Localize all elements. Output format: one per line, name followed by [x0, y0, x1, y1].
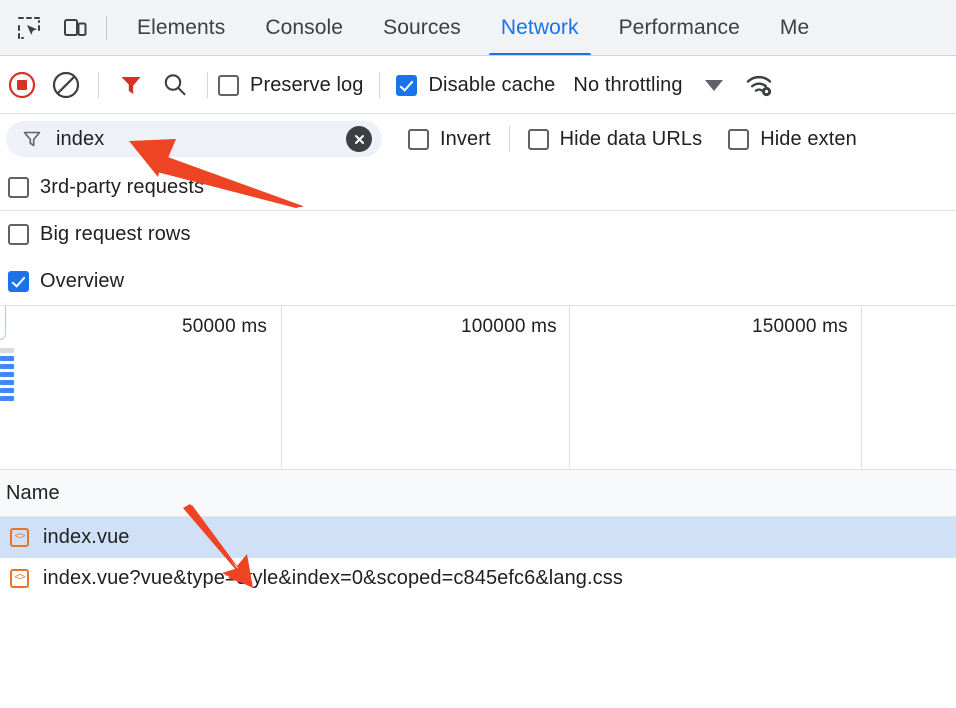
filter-funnel-icon [22, 129, 42, 149]
invert-label: Invert [440, 128, 491, 151]
toolbar-divider-1 [98, 72, 99, 98]
request-row[interactable]: <> index.vue [0, 517, 956, 558]
filter-input-value: index [56, 128, 346, 151]
checkbox-hide-data-urls[interactable]: Hide data URLs [528, 128, 703, 151]
checkbox-hide-extension-urls[interactable]: Hide exten [728, 128, 857, 151]
record-stop-button[interactable] [0, 63, 44, 107]
overview-label: Overview [40, 270, 124, 293]
network-toolbar: Preserve log Disable cache No throttling [0, 56, 956, 114]
overview-bar [0, 396, 14, 401]
preserve-log-checkbox-box[interactable] [218, 75, 239, 96]
option-row-third-party-requests[interactable]: 3rd-party requests [0, 164, 956, 211]
option-row-big-request-rows[interactable]: Big request rows [0, 211, 956, 258]
overview-tick-label: 100000 ms [461, 316, 557, 338]
overview-tick-label: 50000 ms [182, 316, 267, 338]
checkbox-overview[interactable]: Overview [8, 270, 124, 293]
overview-divider [281, 306, 282, 468]
code-file-icon: <> [10, 528, 29, 547]
big-request-rows-label: Big request rows [40, 223, 191, 246]
tab-console[interactable]: Console [245, 0, 363, 56]
disable-cache-label: Disable cache [428, 74, 555, 97]
request-name: index.vue?vue&type=style&index=0&scoped=… [43, 567, 623, 590]
option-row-overview[interactable]: Overview [0, 258, 956, 305]
overview-divider [861, 306, 862, 468]
tab-memory[interactable]: Me [760, 0, 829, 56]
checkbox-disable-cache[interactable]: Disable cache [396, 74, 555, 97]
hide-extension-urls-checkbox-box[interactable] [728, 129, 749, 150]
code-file-icon: <> [10, 569, 29, 588]
request-table-header: Name [0, 470, 956, 517]
filter-funnel-icon[interactable] [109, 63, 153, 107]
tab-elements[interactable]: Elements [117, 0, 245, 56]
checkbox-third-party-requests[interactable]: 3rd-party requests [8, 176, 204, 199]
filter-input[interactable]: index [6, 121, 382, 157]
overview-bar [0, 388, 14, 393]
search-icon[interactable] [153, 63, 197, 107]
request-name: index.vue [43, 526, 130, 549]
inspect-element-icon[interactable] [6, 0, 52, 56]
toolbar-divider-2 [207, 72, 208, 98]
tab-sources[interactable]: Sources [363, 0, 481, 56]
third-party-requests-checkbox-box[interactable] [8, 177, 29, 198]
tabstrip-divider [106, 16, 107, 40]
toolbar-divider-3 [379, 72, 380, 98]
hide-extension-urls-label: Hide exten [760, 128, 857, 151]
overview-bar [0, 356, 14, 361]
throttling-dropdown[interactable]: No throttling [573, 74, 682, 97]
overview-bar [0, 348, 14, 353]
filter-divider-1 [509, 126, 510, 152]
overview-selection-handle[interactable] [0, 306, 6, 340]
overview-bar [0, 372, 14, 377]
third-party-requests-label: 3rd-party requests [40, 176, 204, 199]
filter-bar: index Invert Hide data URLs Hide exten [0, 114, 956, 164]
overview-tick-label: 150000 ms [752, 316, 848, 338]
overview-request-bars [0, 348, 14, 404]
overview-divider [569, 306, 570, 468]
request-row[interactable]: <> index.vue?vue&type=style&index=0&scop… [0, 558, 956, 599]
clear-button[interactable] [44, 63, 88, 107]
disable-cache-checkbox-box[interactable] [396, 75, 417, 96]
preserve-log-label: Preserve log [250, 74, 363, 97]
overview-bar [0, 380, 14, 385]
checkbox-invert[interactable]: Invert [408, 128, 491, 151]
checkbox-big-request-rows[interactable]: Big request rows [8, 223, 191, 246]
tab-performance[interactable]: Performance [599, 0, 760, 56]
invert-checkbox-box[interactable] [408, 129, 429, 150]
overview-bar [0, 364, 14, 369]
tab-network[interactable]: Network [481, 0, 599, 56]
devtools-tabstrip: Elements Console Sources Network Perform… [0, 0, 956, 56]
device-toolbar-icon[interactable] [52, 0, 98, 56]
column-header-name[interactable]: Name [6, 482, 60, 505]
network-overview-timeline[interactable]: 50000 ms 100000 ms 150000 ms [0, 305, 956, 470]
overview-checkbox-box[interactable] [8, 271, 29, 292]
hide-data-urls-checkbox-box[interactable] [528, 129, 549, 150]
network-conditions-icon[interactable] [737, 63, 781, 107]
clear-filter-icon[interactable] [346, 126, 372, 152]
big-request-rows-checkbox-box[interactable] [8, 224, 29, 245]
hide-data-urls-label: Hide data URLs [560, 128, 703, 151]
checkbox-preserve-log[interactable]: Preserve log [218, 74, 363, 97]
chevron-down-icon[interactable] [705, 80, 723, 91]
